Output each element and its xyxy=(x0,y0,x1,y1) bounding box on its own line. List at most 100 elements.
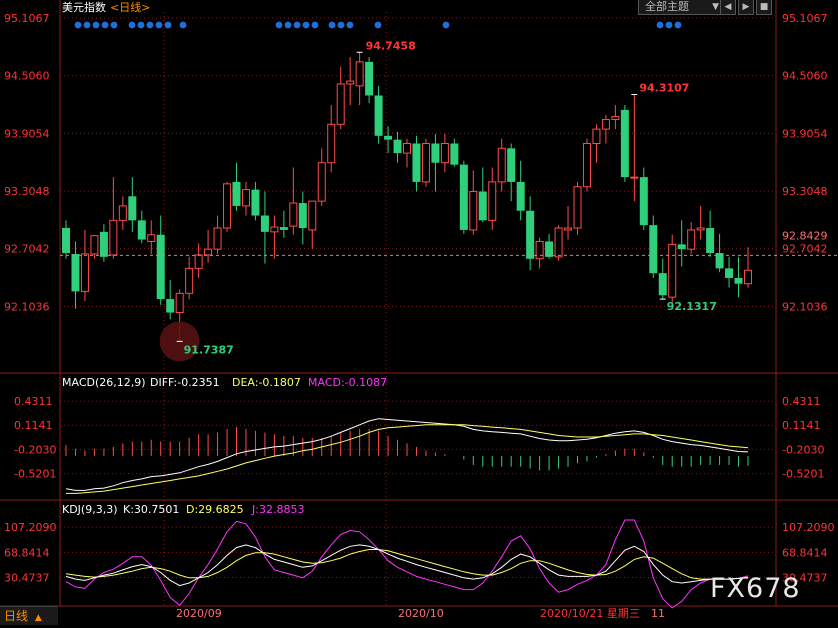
candle xyxy=(185,256,194,300)
signal-dot xyxy=(110,21,118,29)
candle-body xyxy=(744,269,752,285)
signal-dot xyxy=(146,21,154,29)
macd-tick-left: 0.1141 xyxy=(14,419,53,432)
signal-dot xyxy=(128,21,136,29)
candle xyxy=(421,138,430,187)
kdj-tick-left: 107.2090 xyxy=(4,521,57,534)
macd-diff-value: DIFF:-0.2351 xyxy=(150,376,220,389)
candle xyxy=(137,210,146,244)
candle-body xyxy=(459,164,468,230)
candle xyxy=(241,181,250,216)
candle-body xyxy=(611,116,620,120)
candle xyxy=(80,229,89,302)
candle-body xyxy=(90,235,99,255)
candle-body xyxy=(469,191,478,231)
candle-body xyxy=(649,225,658,274)
signal-dot xyxy=(665,21,673,29)
candle xyxy=(440,133,449,173)
kdj-title: KDJ(9,3,3) xyxy=(62,503,118,516)
candle xyxy=(649,215,658,278)
candle xyxy=(251,181,260,221)
price-tick-left: 94.5060 xyxy=(4,70,50,83)
candle-body xyxy=(346,80,355,85)
candle xyxy=(469,170,478,235)
nav-next-button[interactable]: ▶ xyxy=(738,0,754,15)
macd-tick-left: -0.2030 xyxy=(14,443,56,456)
candle-body xyxy=(545,241,554,257)
candle-body xyxy=(279,227,288,230)
price-tick-left: 93.9054 xyxy=(4,127,50,140)
low-label: 91.7387 xyxy=(184,343,234,356)
candle xyxy=(393,131,402,163)
candle-body xyxy=(204,248,213,256)
theme-dropdown[interactable]: 全部主题 ▼ xyxy=(638,0,724,15)
period-button-label: 日线 xyxy=(4,609,29,623)
macd-macd-value: MACD:-0.1087 xyxy=(308,376,387,389)
candle-body xyxy=(403,143,411,154)
candle-body xyxy=(251,189,260,216)
signal-dot xyxy=(311,21,319,29)
time-axis-label: 2020/10 xyxy=(398,607,444,620)
candle-body xyxy=(223,183,232,229)
candle xyxy=(725,256,734,288)
signal-dot xyxy=(302,21,310,29)
nav-prev-button[interactable]: ◀ xyxy=(720,0,736,15)
candle-body xyxy=(450,143,459,165)
price-tick-right: 94.5060 xyxy=(782,70,828,83)
candle-body xyxy=(526,210,535,259)
candle-body xyxy=(630,176,639,179)
candle xyxy=(403,138,411,168)
candle xyxy=(298,191,307,245)
candle xyxy=(696,205,705,240)
signal-dot xyxy=(155,21,163,29)
signal-dot xyxy=(346,21,354,29)
time-axis-label: 11 xyxy=(651,607,665,620)
candle xyxy=(526,196,535,271)
chart-canvas[interactable]: 95.1067 95.1067 94.5060 94.5060 93.9054 93.90… xyxy=(0,0,838,624)
candle xyxy=(128,177,137,232)
candle xyxy=(270,215,279,259)
candle xyxy=(601,114,610,144)
period-label[interactable]: <日线> xyxy=(110,0,150,14)
signal-dot xyxy=(293,21,301,29)
price-tick-left: 93.3048 xyxy=(4,185,50,198)
macd-tick-left: -0.5201 xyxy=(14,468,56,481)
candle xyxy=(611,105,620,130)
macd-title: MACD(26,12,9) xyxy=(62,376,146,389)
candle-body xyxy=(194,254,203,269)
signal-dot xyxy=(83,21,91,29)
signal-dot xyxy=(74,21,82,29)
macd-tick-left: 0.4311 xyxy=(14,395,53,408)
macd-tick-right: -0.2030 xyxy=(782,443,824,456)
price-tick-right: 92.1036 xyxy=(782,300,828,313)
candle-body xyxy=(431,143,440,163)
candle xyxy=(384,126,393,154)
candle-body xyxy=(497,147,506,183)
kdj-d-value: D:29.6825 xyxy=(186,503,244,516)
candle xyxy=(478,167,487,223)
signal-dot xyxy=(656,21,664,29)
macd-tick-right: 0.4311 xyxy=(782,395,821,408)
candle-body xyxy=(620,109,629,178)
panel-toggle-button[interactable]: ■ xyxy=(756,0,772,15)
kdj-tick-right: 68.8414 xyxy=(782,546,828,559)
triangle-up-icon: ▲ xyxy=(34,613,42,623)
candle-body xyxy=(118,205,127,221)
candle-body xyxy=(166,299,175,313)
candle xyxy=(346,57,355,106)
kdj-j-line xyxy=(65,519,749,609)
candle xyxy=(308,200,317,250)
signal-dot xyxy=(374,21,382,29)
candle-body xyxy=(327,123,336,164)
signal-dot xyxy=(101,21,109,29)
period-button[interactable]: 日线 ▲ xyxy=(0,606,58,625)
candle xyxy=(706,210,715,257)
candle-body xyxy=(80,253,89,292)
candle-body xyxy=(260,215,269,232)
candle xyxy=(213,215,222,254)
candle xyxy=(289,167,298,235)
candle-body xyxy=(639,177,648,226)
arrow-left-icon: ◀ xyxy=(724,2,732,12)
candle-body xyxy=(554,227,563,258)
candle-body xyxy=(535,240,544,260)
